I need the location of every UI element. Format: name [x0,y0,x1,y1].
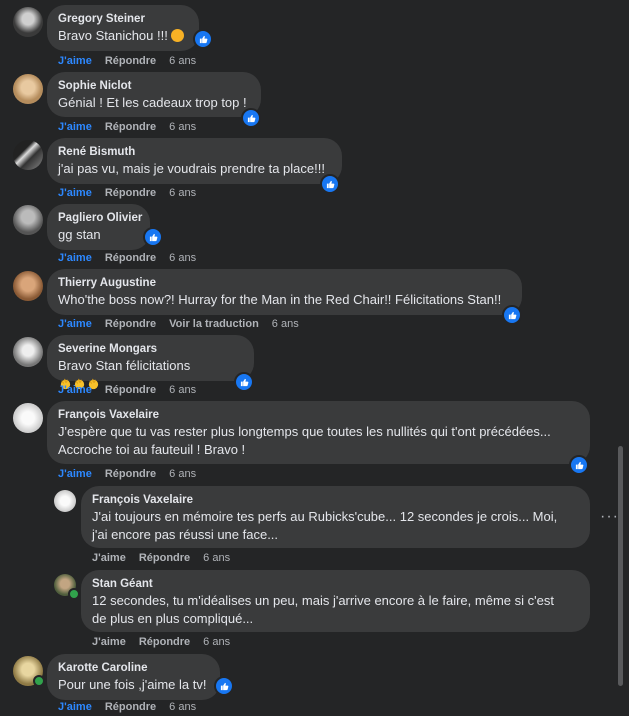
like-button[interactable]: J'aime [58,383,92,397]
like-button[interactable]: J'aime [58,317,92,331]
comment-bubble: Stan Géant 12 secondes, tu m'idéalises u… [81,570,590,632]
comment-actions: J'aime Répondre 6 ans [92,635,230,649]
comment-author[interactable]: Pagliero Olivier [58,211,142,226]
like-button[interactable]: J'aime [58,467,92,481]
avatar[interactable] [13,271,43,301]
reply-button[interactable]: Répondre [105,54,156,68]
translate-button[interactable]: Voir la traduction [169,317,259,331]
comment-author[interactable]: Gregory Steiner [58,12,187,27]
avatar[interactable] [13,7,43,37]
comment-bubble: Pagliero Olivier gg stan [47,204,150,250]
timestamp[interactable]: 6 ans [169,467,196,481]
more-options-icon[interactable]: ··· [600,509,619,525]
comment-text: J'espère que tu vas rester plus longtemp… [58,424,551,457]
like-button[interactable]: J'aime [92,551,126,565]
avatar[interactable] [13,403,43,433]
comment-bubble: François Vaxelaire J'espère que tu vas r… [47,401,590,464]
comment-text: 12 secondes, tu m'idéalises un peu, mais… [92,593,554,626]
timestamp[interactable]: 6 ans [272,317,299,331]
comment-actions: J'aime Répondre 6 ans [58,120,196,134]
comment-text: j'ai pas vu, mais je voudrais prendre ta… [58,161,325,176]
comment-author[interactable]: Thierry Augustine [58,276,510,291]
like-button[interactable]: J'aime [58,120,92,134]
comment-actions: J'aime Répondre 6 ans [58,700,196,714]
comment-text: Who'the boss now?! Hurray for the Man in… [58,292,502,307]
reply-button[interactable]: Répondre [105,383,156,397]
comment-author[interactable]: François Vaxelaire [58,408,578,423]
thumbs-up-icon[interactable] [320,174,340,194]
comment-text: Pour une fois ,j'aime la tv! [58,677,207,692]
thumbs-up-icon[interactable] [143,227,163,247]
like-button[interactable]: J'aime [58,186,92,200]
timestamp[interactable]: 6 ans [169,186,196,200]
comment-author[interactable]: Sophie Niclot [58,79,249,94]
reply-button[interactable]: Répondre [105,186,156,200]
thumbs-up-icon[interactable] [234,372,254,392]
comment-bubble: Severine Mongars Bravo Stan félicitation… [47,335,254,390]
like-button[interactable]: J'aime [58,54,92,68]
smile-emoji-icon [170,29,184,42]
avatar[interactable] [13,337,43,367]
thumbs-up-icon[interactable] [193,29,213,49]
comment-actions: J'aime Répondre 6 ans [58,54,196,68]
avatar[interactable] [13,205,43,235]
comment-author[interactable]: René Bismuth [58,145,330,160]
timestamp[interactable]: 6 ans [169,54,196,68]
timestamp[interactable]: 6 ans [169,251,196,265]
comment-text: J'ai toujours en mémoire tes perfs au Ru… [92,509,558,542]
timestamp[interactable]: 6 ans [169,383,196,397]
comment-author[interactable]: Karotte Caroline [58,661,208,676]
reply-button[interactable]: Répondre [139,635,190,649]
reply-button[interactable]: Répondre [105,467,156,481]
comment-author[interactable]: Stan Géant [92,577,578,592]
online-status-icon [33,675,45,687]
reply-button[interactable]: Répondre [105,700,156,714]
comment-bubble: René Bismuth j'ai pas vu, mais je voudra… [47,138,342,184]
timestamp[interactable]: 6 ans [169,700,196,714]
comment-bubble: Gregory Steiner Bravo Stanichou !!! [47,5,199,51]
thumbs-up-icon[interactable] [241,108,261,128]
timestamp[interactable]: 6 ans [169,120,196,134]
comment-actions: J'aime Répondre 6 ans [58,383,196,397]
thumbs-up-icon[interactable] [502,305,522,325]
scrollbar[interactable] [618,446,623,686]
comment-actions: J'aime Répondre 6 ans [58,251,196,265]
comment-actions: J'aime Répondre 6 ans [92,551,230,565]
reply-button[interactable]: Répondre [139,551,190,565]
comment-actions: J'aime Répondre Voir la traduction 6 ans [58,317,299,331]
comment-text: Génial ! Et les cadeaux trop top ! [58,95,247,110]
comment-text: Bravo Stanichou !!! [58,27,187,45]
comment-text: gg stan [58,227,101,242]
timestamp[interactable]: 6 ans [203,551,230,565]
timestamp[interactable]: 6 ans [203,635,230,649]
online-status-icon [68,588,80,600]
reply-button[interactable]: Répondre [105,120,156,134]
comment-bubble: Karotte Caroline Pour une fois ,j'aime l… [47,654,220,700]
comment-bubble: Thierry Augustine Who'the boss now?! Hur… [47,269,522,315]
avatar[interactable] [13,140,43,170]
avatar[interactable] [54,490,76,512]
like-button[interactable]: J'aime [58,700,92,714]
like-button[interactable]: J'aime [92,635,126,649]
thumbs-up-icon[interactable] [569,455,589,475]
reply-button[interactable]: Répondre [105,317,156,331]
comment-author[interactable]: Severine Mongars [58,342,242,357]
comment-author[interactable]: François Vaxelaire [92,493,578,508]
thumbs-up-icon[interactable] [214,676,234,696]
like-button[interactable]: J'aime [58,251,92,265]
comment-bubble: Sophie Niclot Génial ! Et les cadeaux tr… [47,72,261,117]
reply-button[interactable]: Répondre [105,251,156,265]
avatar[interactable] [13,74,43,104]
comment-bubble: François Vaxelaire J'ai toujours en mémo… [81,486,590,548]
comment-actions: J'aime Répondre 6 ans [58,186,196,200]
comment-actions: J'aime Répondre 6 ans [58,467,196,481]
